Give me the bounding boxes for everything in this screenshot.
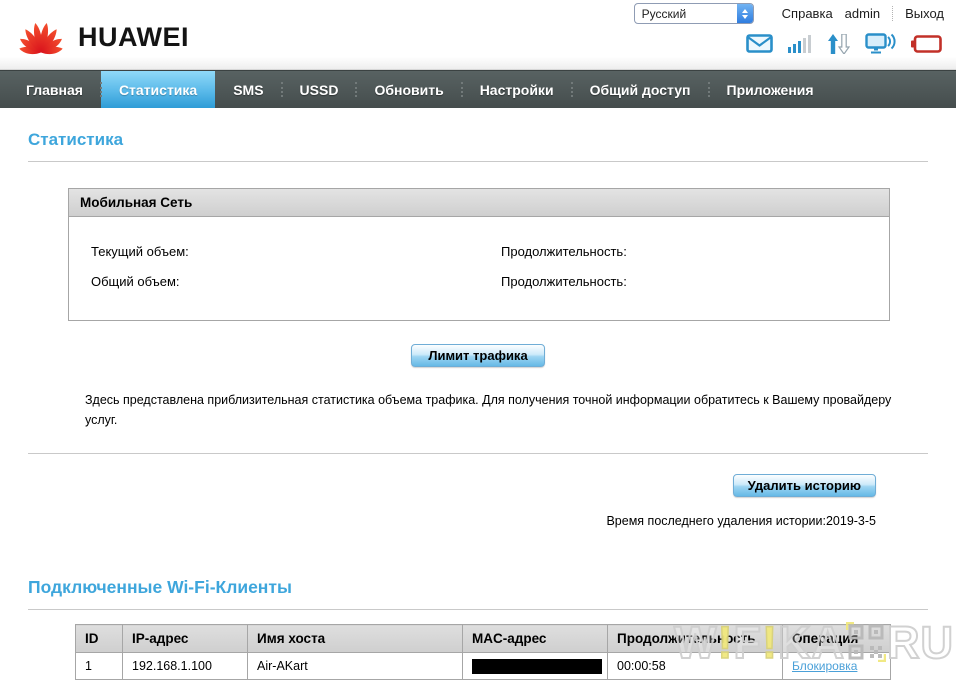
nav-item-ussd[interactable]: USSD xyxy=(282,71,357,108)
upload-download-icon xyxy=(827,34,850,54)
cell-host: Air-AKart xyxy=(248,653,463,680)
block-client-link[interactable]: Блокировка xyxy=(792,659,857,673)
nav-item-home[interactable]: Главная xyxy=(8,71,101,108)
total-duration-label: Продолжительность: xyxy=(479,274,627,289)
user-link[interactable]: admin xyxy=(845,6,880,21)
language-select-value: Русский xyxy=(642,7,687,21)
mac-redaction-bar xyxy=(472,659,602,674)
nav-item-settings[interactable]: Настройки xyxy=(462,71,572,108)
select-arrows-icon xyxy=(737,4,753,23)
wifi-clients-table: ID IP-адрес Имя хоста MAC-адрес Продолжи… xyxy=(75,624,891,680)
nav-item-update[interactable]: Обновить xyxy=(356,71,461,108)
stats-note: Здесь представлена приблизительная стати… xyxy=(85,390,904,430)
current-duration-value xyxy=(627,244,633,259)
battery-icon xyxy=(911,35,942,53)
last-clear-text: Время последнего удаления истории:2019-3… xyxy=(28,514,876,528)
panel-title: Мобильная Сеть xyxy=(69,189,889,217)
cell-mac xyxy=(463,653,608,680)
col-operation: Операция xyxy=(783,625,891,653)
mail-icon[interactable] xyxy=(746,34,773,53)
nav-item-apps[interactable]: Приложения xyxy=(709,71,832,108)
cell-id: 1 xyxy=(76,653,123,680)
nav-item-sms[interactable]: SMS xyxy=(215,71,281,108)
huawei-logo: HUAWEI xyxy=(14,0,189,69)
col-id: ID xyxy=(76,625,123,653)
nav-item-sharing[interactable]: Общий доступ xyxy=(572,71,709,108)
main-nav: Главная Статистика SMS USSD Обновить Нас… xyxy=(0,70,956,108)
col-ip: IP-адрес xyxy=(123,625,248,653)
signal-strength-icon xyxy=(788,35,812,53)
app-header: HUAWEI Русский Справка admin Выход xyxy=(0,0,956,70)
col-mac: MAC-адрес xyxy=(463,625,608,653)
status-icons xyxy=(746,33,942,54)
logout-link[interactable]: Выход xyxy=(892,6,944,21)
main-content: Статистика Мобильная Сеть Текущий объем:… xyxy=(0,130,956,680)
table-row: 1 192.168.1.100 Air-AKart 00:00:58 Блоки… xyxy=(76,653,891,680)
total-volume-value xyxy=(180,274,186,289)
brand-name: HUAWEI xyxy=(78,22,189,53)
col-host: Имя хоста xyxy=(248,625,463,653)
current-volume-value xyxy=(189,244,195,259)
cell-operation: Блокировка xyxy=(783,653,891,680)
language-select[interactable]: Русский xyxy=(634,3,754,24)
cell-duration: 00:00:58 xyxy=(608,653,783,680)
page-title: Статистика xyxy=(28,130,928,150)
traffic-limit-button[interactable]: Лимит трафика xyxy=(411,344,545,367)
current-volume-label: Текущий объем: xyxy=(69,244,189,259)
mobile-network-panel: Мобильная Сеть Текущий объем: Продолжите… xyxy=(68,188,890,321)
help-link[interactable]: Справка xyxy=(782,6,833,21)
cell-ip: 192.168.1.100 xyxy=(123,653,248,680)
current-duration-label: Продолжительность: xyxy=(479,244,627,259)
huawei-flower-icon xyxy=(14,10,68,65)
wifi-clients-title: Подключенные Wi-Fi-Клиенты xyxy=(28,577,928,598)
total-duration-value xyxy=(627,274,633,289)
nav-item-statistics[interactable]: Статистика xyxy=(101,71,215,108)
clear-history-button[interactable]: Удалить историю xyxy=(733,474,876,497)
total-volume-label: Общий объем: xyxy=(69,274,180,289)
col-duration: Продолжительность xyxy=(608,625,783,653)
table-header-row: ID IP-адрес Имя хоста MAC-адрес Продолжи… xyxy=(76,625,891,653)
wifi-broadcast-icon xyxy=(865,33,896,54)
